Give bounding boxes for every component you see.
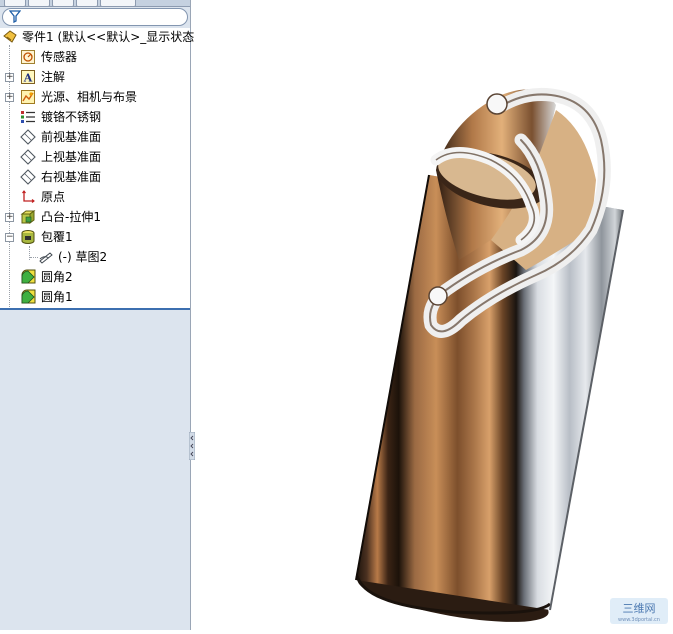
tree-item-right-plane[interactable]: 右视基准面 — [0, 168, 190, 186]
part-icon — [3, 30, 17, 43]
collapse-toggle[interactable]: − — [5, 233, 14, 242]
fillet-icon — [21, 269, 36, 284]
tab-display-manager[interactable] — [76, 0, 98, 7]
tree-item-label: 光源、相机与布景 — [41, 90, 138, 104]
site-watermark: 三维网 www.3dportal.cn — [610, 598, 668, 624]
tree-item-label: 凸台-拉伸1 — [41, 210, 101, 224]
graphics-viewport[interactable] — [191, 0, 673, 630]
watermark-text: 三维网 — [623, 602, 656, 615]
tree-root-part[interactable]: 零件1 (默认<<默认>_显示状态 — [0, 28, 194, 46]
panel-tab-strip — [0, 0, 190, 7]
watermark-url: www.3dportal.cn — [618, 617, 660, 623]
origin-icon — [22, 190, 35, 203]
tree-item-label: 原点 — [41, 190, 66, 204]
svg-text:A: A — [23, 72, 33, 85]
wrap-icon — [21, 230, 35, 244]
tree-item-fillet2[interactable]: 圆角2 — [0, 268, 190, 286]
sensor-icon — [21, 50, 35, 64]
plane-icon — [20, 169, 36, 185]
expand-toggle[interactable]: + — [5, 213, 14, 222]
expand-toggle[interactable]: + — [5, 93, 14, 102]
tree-item-label: 注解 — [41, 70, 66, 84]
tree-item-label: 包覆1 — [41, 230, 73, 244]
tab-feature-manager[interactable] — [4, 0, 26, 7]
annotation-icon: A — [21, 70, 35, 85]
tree-item-origin[interactable]: 原点 — [0, 188, 190, 206]
tree-item-fillet1[interactable]: 圆角1 — [0, 288, 190, 306]
feature-manager-panel: 零件1 (默认<<默认>_显示状态 传感器 + A 注解 + 光源、相机与布景 … — [0, 0, 194, 630]
tree-item-material[interactable]: 镀铬不锈钢 — [0, 108, 190, 126]
tree-item-front-plane[interactable]: 前视基准面 — [0, 128, 190, 146]
tree-item-label: 圆角2 — [41, 270, 73, 284]
tree-item-sensors[interactable]: 传感器 — [0, 48, 190, 66]
lights-icon — [21, 90, 35, 104]
tree-item-label: 右视基准面 — [41, 170, 102, 184]
plane-icon — [20, 149, 36, 165]
extrude-icon — [20, 210, 36, 224]
tree-item-boss-extrude1[interactable]: + 凸台-拉伸1 — [0, 208, 190, 226]
tree-item-label: 圆角1 — [41, 290, 73, 304]
filter-icon[interactable] — [9, 10, 21, 23]
tree-item-wrap1[interactable]: − 包覆1 — [0, 228, 190, 246]
tree-filter-input[interactable] — [2, 8, 188, 26]
tree-item-sketch2[interactable]: (-) 草图2 — [0, 248, 190, 266]
feature-tree: 零件1 (默认<<默认>_显示状态 传感器 + A 注解 + 光源、相机与布景 … — [0, 28, 194, 309]
material-icon — [21, 111, 35, 123]
tree-item-label: 镀铬不锈钢 — [41, 110, 102, 124]
sketch-icon — [39, 252, 53, 264]
tree-item-annotations[interactable]: + A 注解 — [0, 68, 190, 86]
tab-property-manager[interactable] — [28, 0, 50, 7]
plane-icon — [20, 129, 36, 145]
tree-item-label: 上视基准面 — [41, 150, 102, 164]
tree-item-label: 前视基准面 — [41, 130, 102, 144]
chrome-wrapped-cylinder-model — [355, 88, 624, 622]
tree-connector — [30, 257, 38, 258]
fillet-icon — [21, 289, 36, 304]
tree-root-label: 零件1 (默认<<默认>_显示状态 — [22, 30, 195, 44]
tree-item-top-plane[interactable]: 上视基准面 — [0, 148, 190, 166]
tab-configuration-manager[interactable] — [52, 0, 74, 7]
watermark-logo: 三维网 www.3dportal.cn — [610, 598, 668, 624]
tree-item-label: 传感器 — [41, 50, 78, 64]
tree-item-label: (-) 草图2 — [58, 250, 108, 264]
tree-item-lights-cameras-scene[interactable]: + 光源、相机与布景 — [0, 88, 190, 106]
tab-dimxpert[interactable] — [100, 0, 136, 7]
tree-bottom-rule — [0, 308, 190, 310]
expand-toggle[interactable]: + — [5, 73, 14, 82]
